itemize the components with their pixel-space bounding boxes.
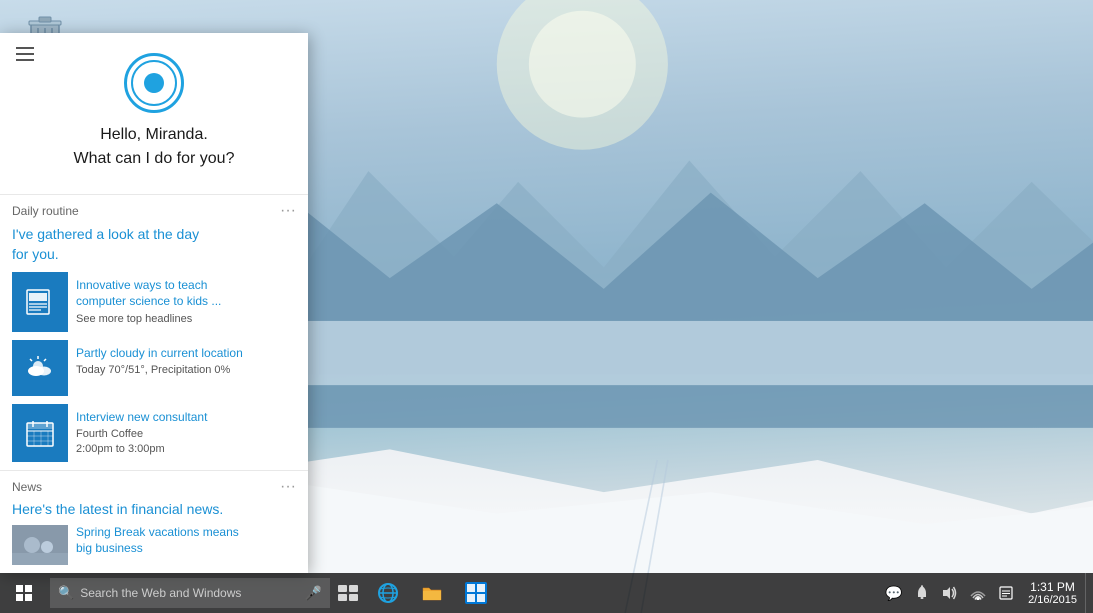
news-section: News ··· Here's the latest in financial … xyxy=(0,470,308,573)
search-placeholder-text: Search the Web and Windows xyxy=(80,586,304,600)
calendar-card-title: Interview new consultant xyxy=(76,410,288,426)
cortana-circle xyxy=(124,53,184,113)
daily-routine-section: Daily routine ··· I've gathered a look a… xyxy=(0,194,308,470)
show-desktop-button[interactable] xyxy=(1085,573,1093,613)
daily-routine-more-button[interactable]: ··· xyxy=(280,203,296,219)
daily-routine-title: Daily routine xyxy=(12,204,79,218)
notification-icon[interactable] xyxy=(908,573,936,613)
network-icon[interactable] xyxy=(964,573,992,613)
news-card-subtitle: See more top headlines xyxy=(76,312,288,326)
news-card-content: Innovative ways to teach computer scienc… xyxy=(68,272,296,331)
news-item-text: Spring Break vacations means big busines… xyxy=(68,525,247,556)
taskbar-file-explorer-button[interactable] xyxy=(410,573,454,613)
action-center-icon[interactable] xyxy=(992,573,1020,613)
taskbar-tray: 💬 xyxy=(880,573,1093,613)
news-card[interactable]: Innovative ways to teach computer scienc… xyxy=(12,272,296,331)
taskbar-store-button[interactable] xyxy=(454,573,498,613)
hamburger-button[interactable] xyxy=(12,43,38,65)
microphone-icon[interactable]: 🎤 xyxy=(305,585,322,602)
calendar-card-icon xyxy=(12,404,68,462)
hamburger-line-1 xyxy=(16,47,34,49)
start-button[interactable] xyxy=(0,573,48,613)
calendar-card-subtitle: Fourth Coffee 2:00pm to 3:00pm xyxy=(76,427,288,456)
weather-card-title: Partly cloudy in current location xyxy=(76,346,288,362)
weather-card[interactable]: Partly cloudy in current location Today … xyxy=(12,340,296,396)
weather-card-content: Partly cloudy in current location Today … xyxy=(68,340,296,396)
windows-logo-icon xyxy=(16,585,32,601)
weather-card-subtitle: Today 70°/51°, Precipitation 0% xyxy=(76,363,288,377)
task-view-button[interactable] xyxy=(330,573,366,613)
calendar-card[interactable]: Interview new consultant Fourth Coffee 2… xyxy=(12,404,296,462)
news-more-button[interactable]: ··· xyxy=(280,479,296,495)
volume-icon[interactable] xyxy=(936,573,964,613)
cortana-panel: Hello, Miranda. What can I do for you? D… xyxy=(0,33,308,573)
cortana-logo-area: Hello, Miranda. What can I do for you? xyxy=(12,43,296,186)
news-section-header: News ··· xyxy=(0,471,308,501)
news-card-title: Innovative ways to teach computer scienc… xyxy=(76,278,288,309)
hamburger-line-3 xyxy=(16,59,34,61)
news-section-title: News xyxy=(12,480,42,494)
news-item-1[interactable]: Spring Break vacations means big busines… xyxy=(12,525,296,565)
clock-time: 1:31 PM xyxy=(1030,580,1075,594)
taskbar-search-bar[interactable]: 🔍 Search the Web and Windows 🎤 xyxy=(50,578,330,608)
taskbar: 🔍 Search the Web and Windows 🎤 xyxy=(0,573,1093,613)
cortana-inner-circle xyxy=(131,60,177,106)
clock[interactable]: 1:31 PM 2/16/2015 xyxy=(1020,573,1085,613)
news-card-icon xyxy=(12,272,68,331)
cortana-greeting: Hello, Miranda. What can I do for you? xyxy=(74,123,235,171)
taskbar-ie-button[interactable] xyxy=(366,573,410,613)
hamburger-line-2 xyxy=(16,53,34,55)
cortana-dot xyxy=(144,73,164,93)
cortana-header: Hello, Miranda. What can I do for you? xyxy=(0,33,308,194)
news-thumb xyxy=(12,525,68,565)
weather-card-icon xyxy=(12,340,68,396)
daily-routine-intro: I've gathered a look at the day for you. xyxy=(0,225,308,272)
calendar-card-content: Interview new consultant Fourth Coffee 2… xyxy=(68,404,296,462)
clock-date: 2/16/2015 xyxy=(1028,594,1077,606)
search-icon: 🔍 xyxy=(58,585,74,601)
daily-routine-header: Daily routine ··· xyxy=(0,195,308,225)
chat-icon[interactable]: 💬 xyxy=(880,573,908,613)
news-intro: Here's the latest in financial news. xyxy=(0,501,308,525)
